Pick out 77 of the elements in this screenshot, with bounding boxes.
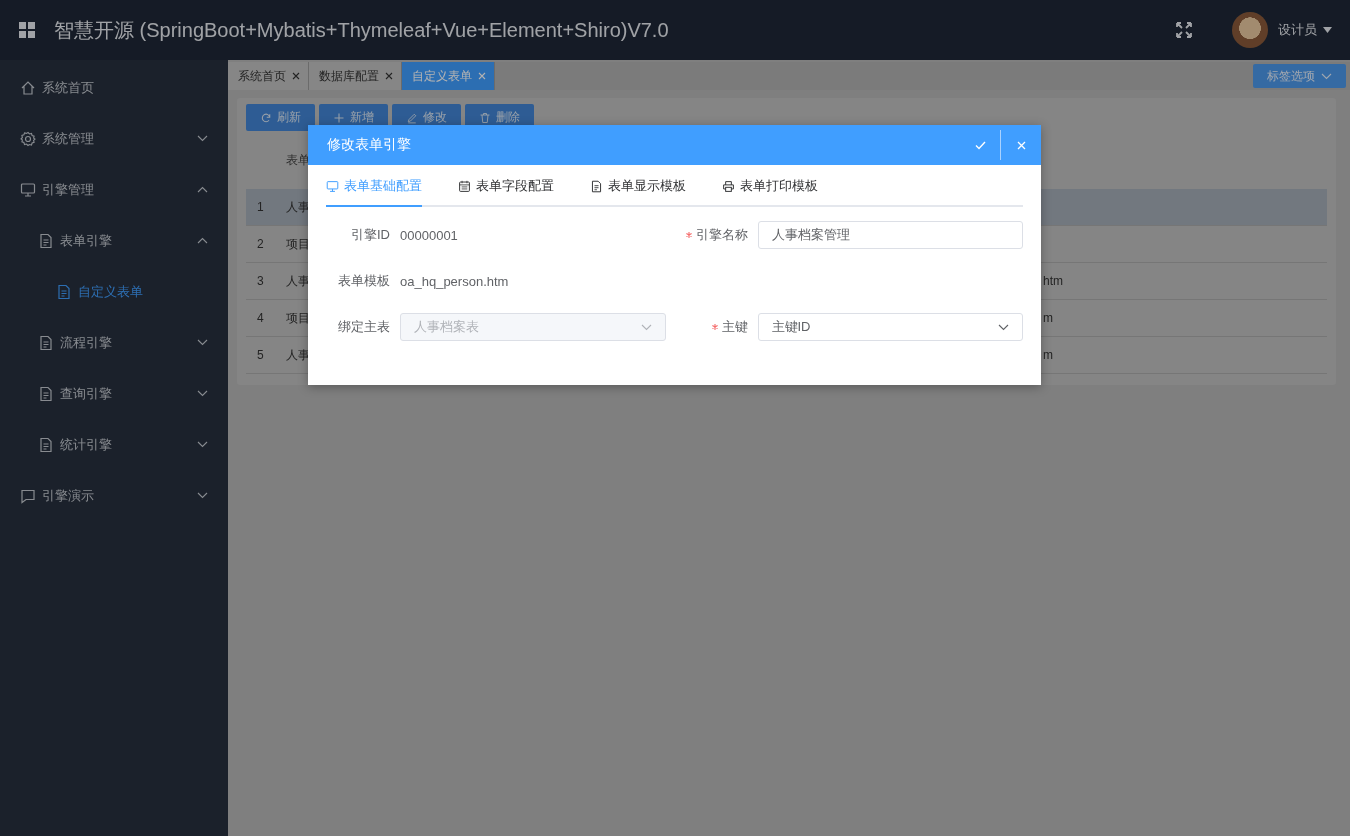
table-cell: 项目: [286, 309, 310, 327]
chevron-down-icon: [197, 390, 208, 397]
dialog-title: 修改表单引擎: [327, 136, 411, 154]
user-avatar[interactable]: [1232, 12, 1268, 48]
field-label: 绑定主表: [338, 318, 390, 336]
refresh-icon: [260, 111, 272, 124]
chevron-down-icon: [640, 323, 652, 331]
house-icon: [20, 79, 36, 96]
chevron-down-icon: [197, 441, 208, 448]
printer-icon: [722, 179, 735, 193]
table-cell-text: 3: [256, 274, 265, 288]
chevron-down-icon: [1321, 72, 1332, 80]
speech-bubble-icon: [20, 487, 36, 504]
fullscreen-icon[interactable]: [1176, 22, 1192, 38]
field-value: 00000001: [400, 227, 458, 243]
monitor-icon: [20, 181, 36, 198]
table-cell-text: 2: [256, 237, 265, 251]
close-icon[interactable]: [385, 72, 393, 80]
dialog-tab[interactable]: 表单打印模板: [722, 167, 818, 207]
page-tab[interactable]: 自定义表单: [402, 62, 495, 90]
field-value: oa_hq_person.htm: [400, 273, 509, 289]
app-title: 智慧开源 (SpringBoot+Mybatis+Thymeleaf+Vue+Element+Shiro)V7.0: [54, 17, 669, 43]
field-label: 表单模板: [338, 272, 390, 290]
user-menu[interactable]: 设计员: [1278, 21, 1332, 39]
table-cell-text: 5: [256, 348, 265, 362]
dialog-tab[interactable]: 表单显示模板: [590, 167, 686, 207]
menu-item[interactable]: 引擎管理: [0, 164, 228, 215]
menu-item[interactable]: 引擎演示: [0, 470, 228, 521]
document-icon: [56, 283, 72, 300]
table-cell: 项目: [286, 235, 310, 253]
column-header: 表单: [286, 151, 310, 169]
table-cell-text: 1: [256, 200, 265, 214]
plus-icon: [333, 111, 345, 124]
page-tab[interactable]: 系统首页: [228, 62, 309, 90]
menu-item[interactable]: 表单引擎: [0, 215, 228, 266]
document-icon: [38, 334, 54, 351]
menu-item[interactable]: 系统首页: [0, 62, 228, 113]
toolbar-button[interactable]: 刷新: [246, 104, 315, 131]
calendar-icon: [458, 179, 471, 193]
chevron-down-icon: [197, 492, 208, 499]
table-cell: 人事: [286, 346, 310, 364]
menu-item[interactable]: 系统管理: [0, 113, 228, 164]
chevron-down-icon: [197, 135, 208, 142]
field-label: 主键: [721, 318, 748, 336]
trash-icon: [479, 111, 491, 124]
document-icon: [38, 385, 54, 402]
chevron-down-icon: [998, 323, 1009, 331]
field-label: 引擎名称: [695, 226, 748, 244]
document-icon: [590, 179, 603, 193]
page-tab[interactable]: 数据库配置: [309, 62, 402, 90]
document-icon: [38, 436, 54, 453]
select-field[interactable]: 主键ID: [757, 313, 1023, 341]
table-cell: m: [1043, 348, 1053, 362]
caret-icon: [1323, 27, 1332, 33]
menu-item[interactable]: 流程引擎: [0, 317, 228, 368]
chevron-up-icon: [197, 237, 208, 244]
table-cell: 人事: [286, 272, 310, 290]
monitor-icon: [326, 179, 339, 193]
grid-menu-icon[interactable]: [18, 21, 36, 39]
table-cell: htm: [1043, 274, 1063, 288]
dialog-tab[interactable]: 表单字段配置: [458, 167, 554, 207]
menu-item[interactable]: 查询引擎: [0, 368, 228, 419]
pencil-icon: [406, 111, 418, 124]
dialog-tab[interactable]: 表单基础配置: [326, 167, 422, 207]
gear-icon: [20, 130, 36, 147]
menu-item[interactable]: 统计引擎: [0, 419, 228, 470]
input-field[interactable]: 人事档案管理: [757, 221, 1023, 249]
chevron-down-icon: [197, 339, 208, 346]
checkmark-icon[interactable]: [974, 140, 986, 150]
close-icon[interactable]: [292, 72, 300, 80]
table-cell-text: 4: [256, 311, 265, 325]
field-label: 引擎ID: [351, 226, 390, 244]
menu-item[interactable]: 自定义表单: [0, 266, 228, 317]
table-cell: 人事: [286, 198, 310, 216]
table-cell: m: [1043, 311, 1053, 325]
document-icon: [38, 232, 54, 249]
chevron-up-icon: [197, 186, 208, 193]
